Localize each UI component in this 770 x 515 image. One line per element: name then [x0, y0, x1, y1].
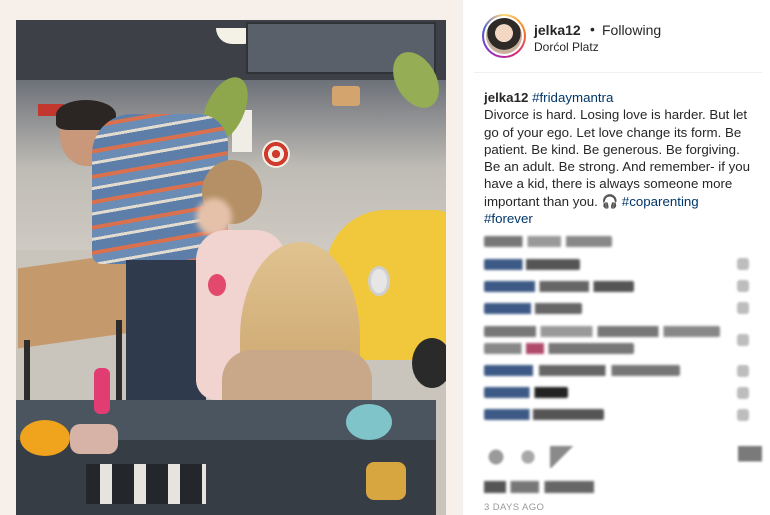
comment-like-icon[interactable]	[737, 334, 749, 346]
location-link[interactable]: Dorćol Platz	[534, 40, 599, 54]
likes-count-blurred[interactable]	[484, 481, 594, 493]
comment-like-icon[interactable]	[737, 302, 749, 314]
dartboard	[262, 140, 290, 168]
post-photo[interactable]	[16, 20, 446, 515]
comment-like-icon[interactable]	[737, 258, 749, 270]
header-username[interactable]: jelka12	[534, 22, 581, 38]
hashtag-forever[interactable]: #forever	[484, 211, 533, 226]
pink-toy	[208, 274, 226, 296]
comment-blurred	[484, 326, 720, 337]
following-button[interactable]: Following	[602, 22, 661, 38]
caption-username[interactable]: jelka12	[484, 90, 528, 105]
post-timestamp: 3 DAYS AGO	[484, 502, 545, 513]
round-sticker	[20, 420, 70, 456]
comment-like-icon[interactable]	[737, 387, 749, 399]
comment-blurred	[484, 387, 568, 398]
action-bar	[484, 444, 764, 474]
comment-blurred	[484, 343, 634, 354]
comment-blurred	[484, 303, 582, 314]
comment-like-icon[interactable]	[737, 280, 749, 292]
caption-text: Divorce is hard. Losing love is harder. …	[484, 107, 751, 209]
shoes	[86, 464, 206, 504]
comment-icon[interactable]	[516, 446, 540, 468]
comment-blurred	[484, 409, 604, 420]
comment-blurred	[484, 281, 634, 292]
heart-icon[interactable]	[484, 446, 508, 468]
panel-divider	[462, 0, 463, 515]
man-jeans	[126, 260, 206, 410]
post-caption: jelka12 #fridaymantra Divorce is hard. L…	[484, 89, 754, 227]
shoes	[70, 424, 118, 454]
comment-like-icon[interactable]	[737, 409, 749, 421]
post-header: jelka12 • Following Dorćol Platz	[478, 14, 758, 60]
hashtag-coparenting[interactable]: #coparenting	[622, 194, 699, 209]
pink-bottle	[94, 368, 110, 414]
car-wheel	[412, 338, 446, 388]
comment-blurred	[484, 236, 612, 247]
basketball-hoop	[332, 86, 360, 106]
share-icon[interactable]	[550, 446, 574, 468]
avatar[interactable]	[482, 14, 526, 58]
avatar-image	[486, 18, 522, 54]
header-separator: •	[590, 21, 595, 37]
round-sticker	[346, 404, 392, 440]
header-divider	[474, 72, 762, 73]
hashtag-fridaymantra[interactable]: #fridaymantra	[532, 90, 613, 105]
table-leg	[116, 320, 122, 410]
comment-blurred	[484, 259, 580, 270]
car-headlight	[368, 266, 390, 296]
bookmark-icon[interactable]	[738, 446, 762, 468]
comment-like-icon[interactable]	[737, 365, 749, 377]
yellow-shoes	[366, 462, 406, 500]
comment-blurred	[484, 365, 680, 376]
